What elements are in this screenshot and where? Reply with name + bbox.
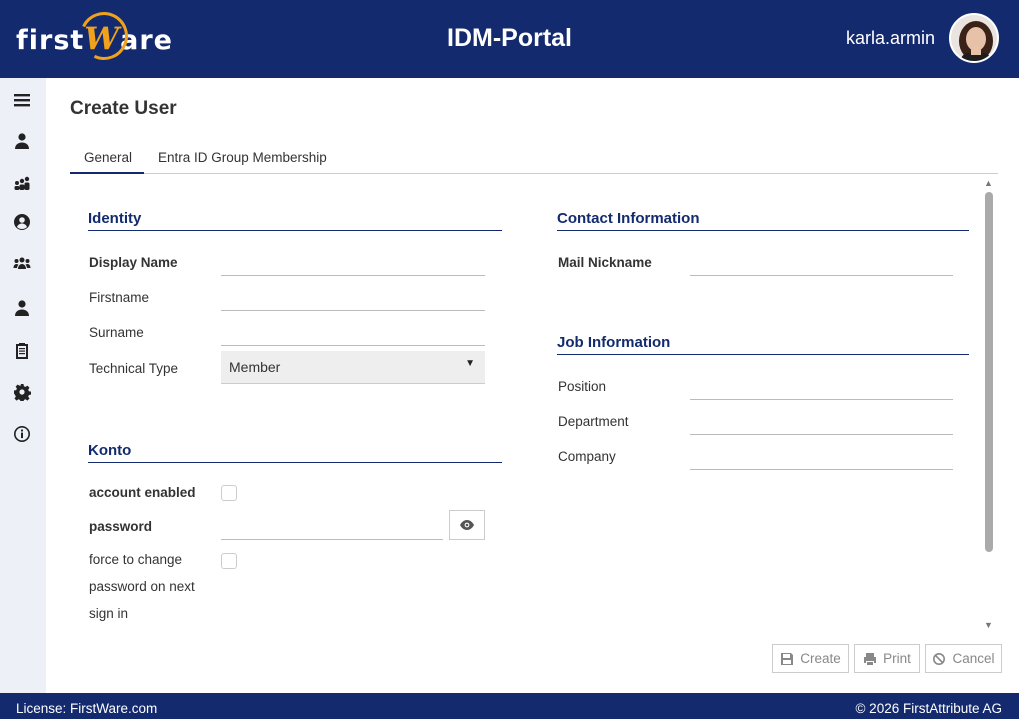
cancel-button-label: Cancel [952, 651, 995, 666]
contact-section-title: Contact Information [557, 210, 969, 231]
firstname-input[interactable] [221, 289, 485, 311]
create-button-label: Create [800, 651, 841, 666]
job-section-title: Job Information [557, 334, 969, 355]
user-icon[interactable] [11, 130, 33, 152]
tab-entra-id-group-membership[interactable]: Entra ID Group Membership [144, 148, 341, 174]
info-icon[interactable] [11, 423, 33, 445]
force-change-checkbox[interactable] [221, 553, 237, 569]
technical-type-label: Technical Type [89, 361, 179, 376]
position-label: Position [558, 379, 607, 394]
mail-nickname-input[interactable] [690, 254, 953, 276]
save-icon [781, 652, 794, 665]
create-button[interactable]: Create [772, 644, 849, 673]
mail-nickname-label: Mail Nickname [558, 255, 652, 270]
page-title: Create User [70, 98, 177, 119]
display-name-label: Display Name [89, 255, 178, 270]
tab-bar: General Entra ID Group Membership [70, 148, 998, 174]
eye-icon [460, 520, 474, 530]
surname-label: Surname [89, 325, 144, 340]
avatar-image [951, 15, 997, 61]
form-scrollbar[interactable]: ▲ ▼ [982, 178, 996, 633]
password-label: password [89, 519, 153, 534]
department-label: Department [558, 414, 629, 429]
menu-icon[interactable] [11, 89, 33, 111]
cancel-button[interactable]: Cancel [925, 644, 1002, 673]
scrollbar-thumb[interactable] [985, 192, 993, 552]
identity-section-title: Identity [88, 210, 502, 231]
group-icon[interactable] [11, 172, 33, 194]
users-icon[interactable] [11, 253, 33, 275]
caret-down-icon: ▼ [465, 358, 475, 369]
user-circle-icon[interactable] [11, 211, 33, 233]
company-input[interactable] [690, 448, 953, 470]
avatar[interactable] [949, 13, 999, 63]
company-label: Company [558, 449, 616, 464]
scroll-up-arrow-icon[interactable]: ▲ [984, 178, 993, 188]
account-enabled-checkbox[interactable] [221, 485, 237, 501]
konto-section-title: Konto [88, 442, 502, 463]
copyright-text: © 2026 FirstAttribute AG [855, 701, 1002, 716]
department-input[interactable] [690, 413, 953, 435]
person-icon[interactable] [11, 297, 33, 319]
display-name-input[interactable] [221, 254, 485, 276]
sidebar-nav [0, 78, 46, 693]
account-enabled-label: account enabled [89, 485, 196, 500]
gear-icon[interactable] [11, 381, 33, 403]
print-button[interactable]: Print [854, 644, 920, 673]
position-input[interactable] [690, 378, 953, 400]
force-change-label-line1: force to change [89, 552, 183, 567]
clipboard-icon[interactable] [11, 339, 33, 361]
license-text[interactable]: License: FirstWare.com [16, 701, 157, 716]
footer: License: FirstWare.com © 2026 FirstAttri… [0, 693, 1019, 719]
force-change-label-line3: sign in [89, 606, 129, 621]
scroll-down-arrow-icon[interactable]: ▼ [984, 620, 993, 630]
tab-general[interactable]: General [70, 148, 144, 174]
force-change-label-line2: password on next [89, 579, 195, 594]
technical-type-select[interactable]: Member ▼ [221, 351, 485, 384]
surname-input[interactable] [221, 324, 485, 346]
technical-type-value: Member [229, 359, 281, 375]
top-header: firstWare IDM-Portal karla.armin [0, 0, 1019, 78]
main-content: Create User General Entra ID Group Membe… [46, 78, 1019, 693]
printer-icon [864, 652, 877, 665]
ban-icon [933, 652, 946, 665]
print-button-label: Print [883, 651, 911, 666]
username[interactable]: karla.armin [846, 28, 935, 49]
show-password-button[interactable] [449, 510, 485, 540]
firstname-label: Firstname [89, 290, 150, 305]
password-input[interactable] [221, 518, 443, 540]
